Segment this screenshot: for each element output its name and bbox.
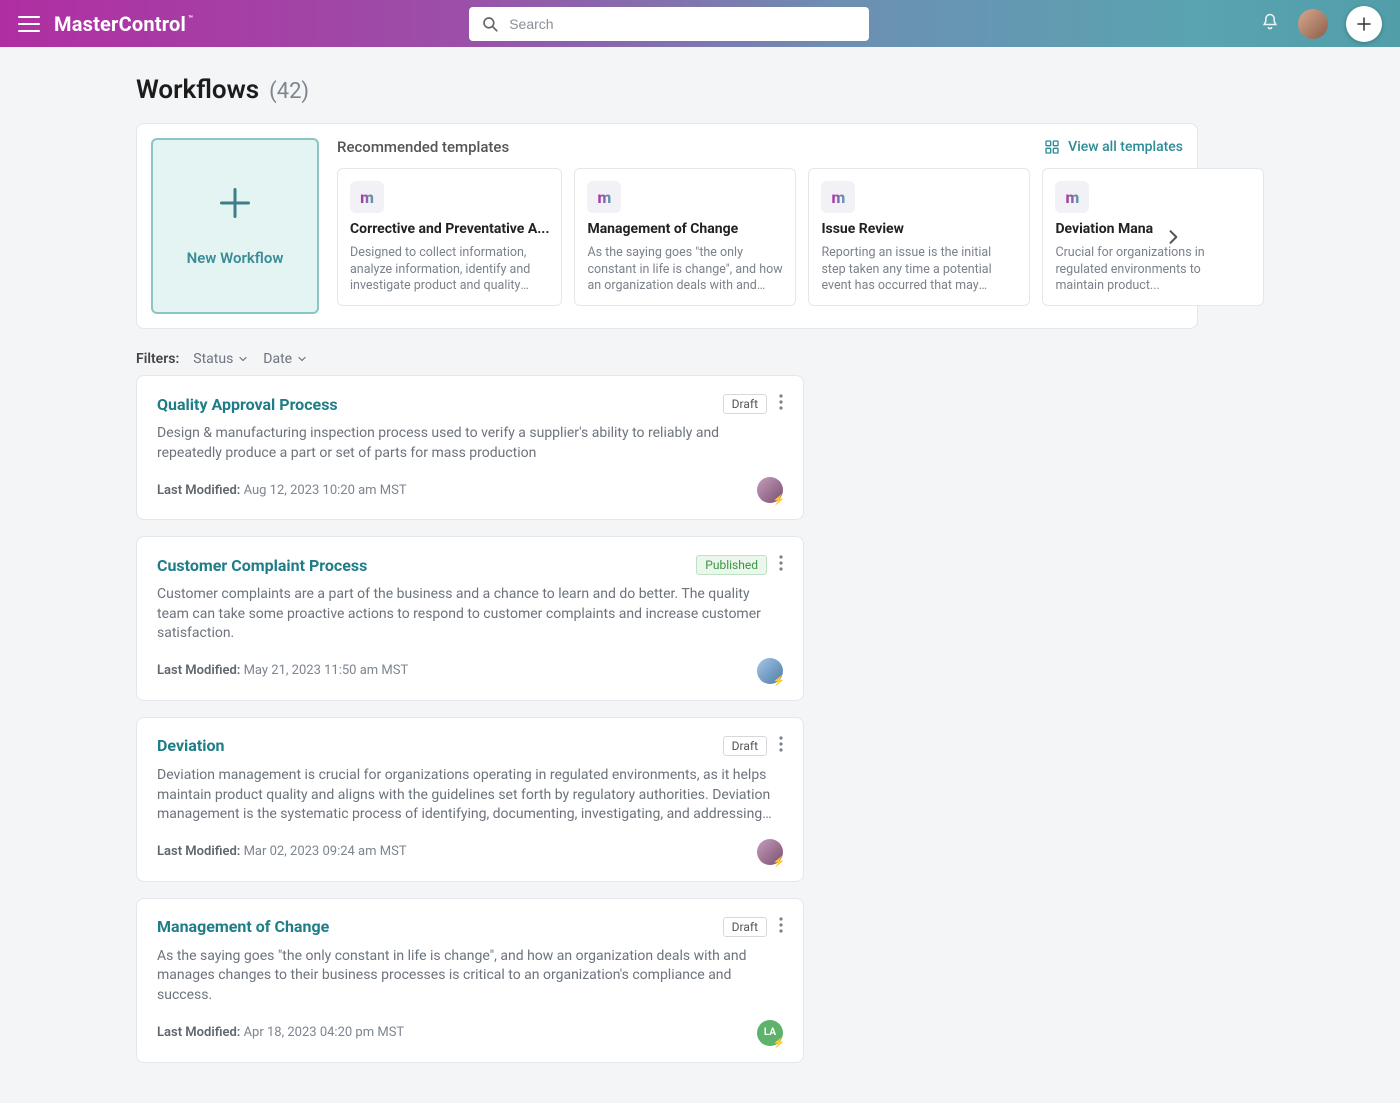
template-card[interactable]: m Issue Review Reporting an issue is the… — [808, 168, 1030, 306]
app-header: MasterControl™ — [0, 0, 1400, 47]
new-workflow-label: New Workflow — [187, 249, 284, 267]
filters-row: Filters: Status Date — [136, 351, 1400, 367]
new-workflow-button[interactable]: New Workflow — [151, 138, 319, 314]
template-logo-icon: m — [350, 181, 384, 213]
filter-date-label: Date — [263, 351, 292, 367]
workflow-title[interactable]: Quality Approval Process — [157, 395, 338, 414]
bolt-icon: ⚡ — [773, 676, 785, 687]
filter-status-label: Status — [193, 351, 233, 367]
chevron-down-icon — [296, 353, 308, 365]
plus-icon — [217, 185, 253, 225]
more-menu-icon[interactable] — [779, 736, 783, 756]
page-title: Workflows — [136, 75, 259, 105]
workflow-card[interactable]: Deviation Draft Deviation management is … — [136, 717, 804, 882]
workflow-title[interactable]: Customer Complaint Process — [157, 556, 367, 575]
workflow-card[interactable]: Quality Approval Process Draft Design & … — [136, 375, 804, 520]
global-add-button[interactable] — [1346, 6, 1382, 42]
view-all-label: View all templates — [1068, 139, 1183, 155]
brand-logo: MasterControl™ — [54, 12, 193, 36]
template-title: Management of Change — [587, 221, 783, 236]
workflow-card[interactable]: Customer Complaint Process Published Cus… — [136, 536, 804, 701]
workflow-desc: As the saying goes "the only constant in… — [157, 947, 783, 1006]
workflow-card[interactable]: Management of Change Draft As the saying… — [136, 898, 804, 1063]
more-menu-icon[interactable] — [779, 917, 783, 937]
owner-avatar[interactable]: ⚡ — [757, 658, 783, 684]
template-card[interactable]: m Management of Change As the saying goe… — [574, 168, 796, 306]
grid-icon — [1044, 139, 1060, 155]
bolt-icon: ⚡ — [773, 1038, 785, 1049]
template-logo-icon: m — [587, 181, 621, 213]
last-modified: Last Modified: Apr 18, 2023 04:20 pm MST — [157, 1025, 404, 1040]
template-desc: Crucial for organizations in regulated e… — [1055, 245, 1251, 293]
owner-avatar[interactable]: ⚡ — [757, 477, 783, 503]
workflow-title[interactable]: Management of Change — [157, 917, 329, 936]
templates-section-title: Recommended templates — [337, 138, 509, 156]
brand-text: MasterControl — [54, 12, 186, 36]
template-carousel: m Corrective and Preventative A... Desig… — [337, 168, 1183, 306]
workflow-desc: Design & manufacturing inspection proces… — [157, 424, 783, 463]
page-body: Workflows (42) New Workflow Recommended … — [0, 47, 1400, 1103]
template-desc: Designed to collect information, analyze… — [350, 245, 549, 293]
owner-avatar[interactable]: LA⚡ — [757, 1020, 783, 1046]
status-badge: Draft — [723, 394, 767, 414]
workflow-desc: Customer complaints are a part of the bu… — [157, 585, 783, 644]
status-badge: Published — [696, 555, 767, 575]
filter-status[interactable]: Status — [193, 351, 249, 367]
menu-icon[interactable] — [18, 15, 40, 33]
filters-label: Filters: — [136, 351, 179, 367]
workflow-desc: Deviation management is crucial for orga… — [157, 766, 783, 825]
more-menu-icon[interactable] — [779, 555, 783, 575]
template-card[interactable]: m Deviation Mana Crucial for organizatio… — [1042, 168, 1264, 306]
more-menu-icon[interactable] — [779, 394, 783, 414]
bolt-icon: ⚡ — [773, 857, 785, 868]
template-card[interactable]: m Corrective and Preventative A... Desig… — [337, 168, 562, 306]
template-logo-icon: m — [1055, 181, 1089, 213]
view-all-templates-link[interactable]: View all templates — [1044, 139, 1183, 155]
notifications-icon[interactable] — [1260, 12, 1280, 36]
owner-avatar[interactable]: ⚡ — [757, 839, 783, 865]
carousel-next-button[interactable] — [1159, 223, 1187, 251]
last-modified: Last Modified: Mar 02, 2023 09:24 am MST — [157, 844, 407, 859]
status-badge: Draft — [723, 917, 767, 937]
search-input[interactable] — [509, 16, 857, 32]
template-title: Issue Review — [821, 221, 1017, 236]
template-desc: As the saying goes "the only constant in… — [587, 245, 783, 293]
last-modified: Last Modified: Aug 12, 2023 10:20 am MST — [157, 483, 407, 498]
status-badge: Draft — [723, 736, 767, 756]
filter-date[interactable]: Date — [263, 351, 308, 367]
workflow-title[interactable]: Deviation — [157, 736, 224, 755]
templates-panel: New Workflow Recommended templates View … — [136, 123, 1198, 329]
page-count: (42) — [269, 79, 309, 104]
template-logo-icon: m — [821, 181, 855, 213]
template-desc: Reporting an issue is the initial step t… — [821, 245, 1017, 293]
user-avatar[interactable] — [1298, 9, 1328, 39]
template-title: Deviation Mana — [1055, 221, 1251, 236]
bolt-icon: ⚡ — [773, 495, 785, 506]
template-title: Corrective and Preventative A... — [350, 221, 549, 236]
chevron-down-icon — [237, 353, 249, 365]
workflow-list: Quality Approval Process Draft Design & … — [136, 375, 804, 1063]
search-input-wrap[interactable] — [469, 7, 869, 41]
search-icon — [481, 15, 499, 33]
last-modified: Last Modified: May 21, 2023 11:50 am MST — [157, 663, 408, 678]
